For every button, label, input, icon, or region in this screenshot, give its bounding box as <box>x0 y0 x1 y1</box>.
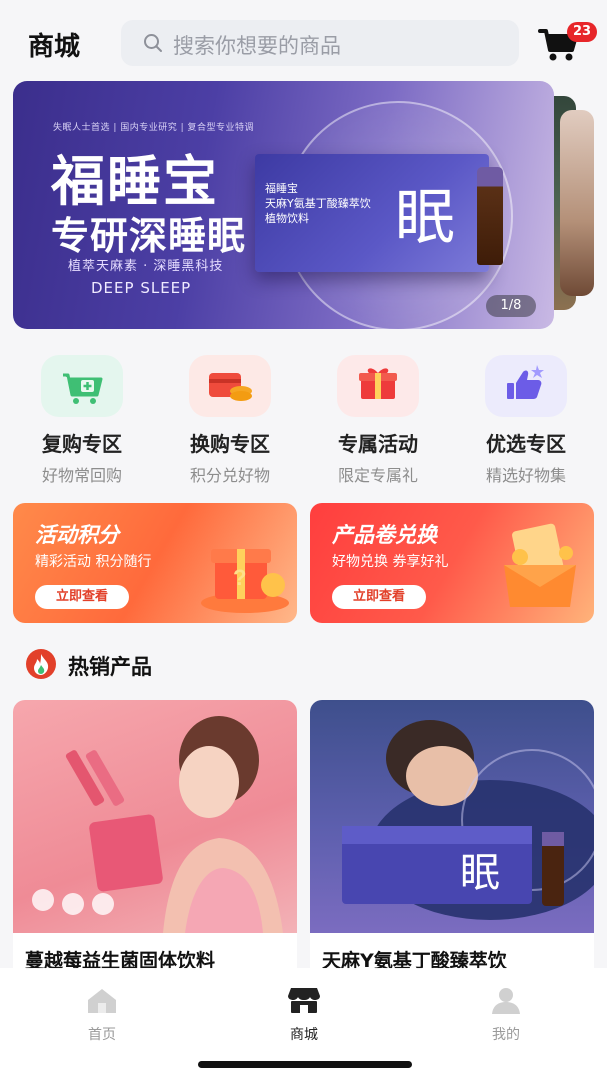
thumbs-up-icon <box>507 365 544 399</box>
svg-text:?: ? <box>233 565 246 590</box>
category-name: 优选专区 <box>486 432 566 456</box>
product-card[interactable]: 眠 天麻Y氨基丁酸臻萃饮 <box>310 700 594 990</box>
wallet-coins-icon <box>209 373 252 401</box>
search-bar[interactable]: 搜索你想要的商品 <box>121 20 519 66</box>
product-card[interactable]: 蔓越莓益生菌固体饮料 <box>13 700 297 990</box>
tab-mine[interactable]: 我的 <box>466 986 546 1044</box>
category-exclusive[interactable]: 专属活动 限定专属礼 <box>313 355 443 486</box>
product-photo: 眠 <box>342 720 594 920</box>
cart-plus-icon <box>63 373 103 404</box>
page-title: 商城 <box>28 32 81 62</box>
banner-subline: 植萃天麻素 · 深睡黑科技 <box>68 259 224 274</box>
category-name: 换购专区 <box>190 432 270 456</box>
tab-store[interactable]: 商城 <box>264 986 344 1044</box>
search-placeholder: 搜索你想要的商品 <box>173 34 341 58</box>
tab-label: 首页 <box>88 1027 116 1043</box>
banner-english: DEEP SLEEP <box>91 279 192 297</box>
cart-badge: 23 <box>567 22 597 42</box>
promo-title: 产品卷兑换 <box>332 523 437 547</box>
tab-label: 商城 <box>290 1027 318 1043</box>
user-icon <box>492 988 520 1014</box>
category-exchange[interactable]: 换购专区 积分兑好物 <box>165 355 295 486</box>
tab-label: 我的 <box>492 1027 520 1043</box>
store-icon <box>288 988 320 1013</box>
promo-sub: 好物兑换 券享好礼 <box>332 554 449 570</box>
red-envelope-illustration <box>504 523 576 607</box>
tab-home[interactable]: 首页 <box>62 986 142 1044</box>
category-selected[interactable]: 优选专区 精选好物集 <box>461 355 591 486</box>
product-photo <box>32 716 283 933</box>
home-indicator <box>198 1061 412 1068</box>
banner-next-slide-2[interactable] <box>560 110 594 296</box>
category-desc: 积分兑好物 <box>189 466 270 485</box>
view-now-button[interactable]: 立即查看 <box>35 585 129 609</box>
home-icon <box>88 989 116 1013</box>
svg-text:眠: 眠 <box>460 850 500 896</box>
search-icon <box>144 34 162 52</box>
banner-pager: 1/8 <box>486 295 536 317</box>
promo-card-voucher[interactable]: 产品卷兑换 好物兑换 券享好礼 立即查看 <box>310 503 594 623</box>
product-box-text: 福睡宝 天麻Y氨基丁酸臻萃饮 植物饮料 <box>265 182 371 225</box>
category-name: 复购专区 <box>42 432 122 456</box>
category-desc: 限定专属礼 <box>337 466 418 485</box>
gift-box-illustration: ? <box>201 549 289 613</box>
product-box-char: 眠 <box>395 183 455 253</box>
category-name: 专属活动 <box>338 432 418 456</box>
gift-icon <box>359 368 397 399</box>
category-desc: 好物常回购 <box>41 466 122 485</box>
promo-sub: 精彩活动 积分随行 <box>35 554 152 570</box>
product-image <box>13 700 297 933</box>
flame-icon <box>26 649 56 679</box>
promo-title: 活动积分 <box>35 523 119 547</box>
product-image: 眠 <box>310 700 594 933</box>
view-now-button[interactable]: 立即查看 <box>332 585 426 609</box>
category-repurchase[interactable]: 复购专区 好物常回购 <box>17 355 147 486</box>
bottle-image <box>477 167 503 265</box>
banner-headline-2: 专研深睡眠 <box>51 214 247 258</box>
promo-banner[interactable]: 失眠人士首选 | 国内专业研究 | 复合型专业特调 福睡宝 专研深睡眠 植萃天麻… <box>13 81 554 329</box>
banner-top-line: 失眠人士首选 | 国内专业研究 | 复合型专业特调 <box>53 123 255 133</box>
header: 商城 搜索你想要的商品 23 <box>0 0 607 82</box>
section-title: 热销产品 <box>68 655 152 679</box>
category-desc: 精选好物集 <box>485 466 566 485</box>
promo-card-points[interactable]: 活动积分 精彩活动 积分随行 立即查看 ? <box>13 503 297 623</box>
